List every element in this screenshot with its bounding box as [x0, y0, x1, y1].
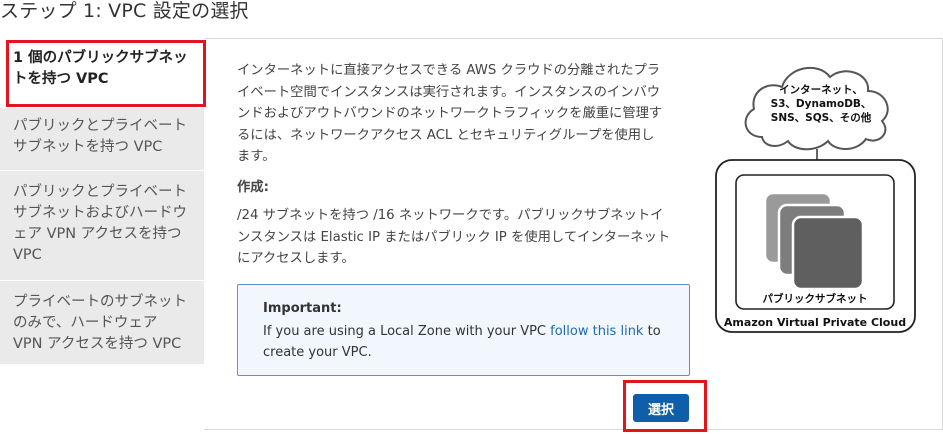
- sidebar-item-label-line: パブリックとプライベート: [13, 184, 187, 200]
- sidebar-divider: [0, 170, 204, 171]
- notice-text-before: If you are using a Local Zone with your …: [263, 324, 551, 339]
- description-line: イベート空間でインスタンスは実行されます。インスタンスのインバウ: [237, 84, 661, 100]
- important-notice: Important: If you are using a Local Zone…: [237, 284, 690, 376]
- creates-heading: 作成:: [237, 180, 269, 195]
- creates-line: /24 サブネットを持つ /16 ネットワークです。パブリックサブネットイ: [237, 208, 664, 223]
- cloud-label-line: SNS、SQS、その他: [770, 112, 872, 124]
- instance-icon: [791, 215, 865, 291]
- notice-text: If you are using a Local Zone with your …: [263, 321, 673, 363]
- sidebar-item-label-line: VPN アクセスを持つ VPC: [13, 336, 182, 352]
- highlight-active-option: [6, 40, 206, 107]
- description-line: インターネットに直接アクセスできる AWS クラウドの分離されたプラ: [237, 63, 661, 78]
- description-line: ンドおよびアウトバウンドのネットワークトラフィックを厳重に管理す: [237, 106, 663, 121]
- description-line: るには、ネットワークアクセス ACL とセキュリティグループを使用し: [237, 127, 655, 143]
- sidebar-item-label-line: プライベートのサブネット: [13, 294, 187, 310]
- sidebar-item-label-line: VPC: [13, 247, 42, 263]
- creates-description: /24 サブネットを持つ /16 ネットワークです。パブリックサブネットイ ンス…: [237, 205, 692, 270]
- subnet-label: パブリックサブネット: [762, 293, 868, 305]
- sidebar-item-label-line: サブネットおよびハードウ: [13, 205, 187, 221]
- sidebar-item-label-line: サブネットを持つ VPC: [13, 139, 163, 155]
- sidebar-item-label-line: のみで、ハードウェア: [13, 315, 158, 331]
- cloud-label-line: インターネット、: [779, 84, 863, 96]
- cloud-label-line: S3、DynamoDB、: [770, 98, 872, 110]
- cloud-label: インターネット、 S3、DynamoDB、 SNS、SQS、その他: [748, 83, 894, 125]
- vpc-architecture-diagram: インターネット、 S3、DynamoDB、 SNS、SQS、その他 パブリックサ…: [710, 45, 930, 340]
- sidebar-item-label-line: ェア VPN アクセスを持つ: [13, 226, 182, 242]
- sidebar-item-label-line: パブリックとプライベート: [13, 118, 187, 134]
- sidebar-divider: [0, 280, 204, 281]
- highlight-select-button: [623, 380, 707, 432]
- creates-line: にアクセスします。: [237, 251, 355, 266]
- sidebar-item-public-private-subnets[interactable]: パブリックとプライベート サブネットを持つ VPC: [0, 116, 204, 170]
- vpc-label: Amazon Virtual Private Cloud: [723, 316, 907, 329]
- vpc-description: インターネットに直接アクセスできる AWS クラウドの分離されたプラ イベート空…: [237, 60, 692, 168]
- description-line: ます。: [237, 149, 276, 164]
- local-zone-link[interactable]: follow this link: [550, 324, 643, 339]
- sidebar-item-private-vpn-only[interactable]: プライベートのサブネット のみで、ハードウェア VPN アクセスを持つ VPC: [0, 292, 204, 362]
- sidebar-item-public-private-vpn[interactable]: パブリックとプライベート サブネットおよびハードウ ェア VPN アクセスを持つ…: [0, 182, 204, 278]
- page-title: ステップ 1: VPC 設定の選択: [0, 0, 249, 22]
- creates-line: ンスタンスは Elastic IP またはパブリック IP を使用してインターネ…: [237, 229, 671, 245]
- notice-title: Important:: [263, 301, 342, 316]
